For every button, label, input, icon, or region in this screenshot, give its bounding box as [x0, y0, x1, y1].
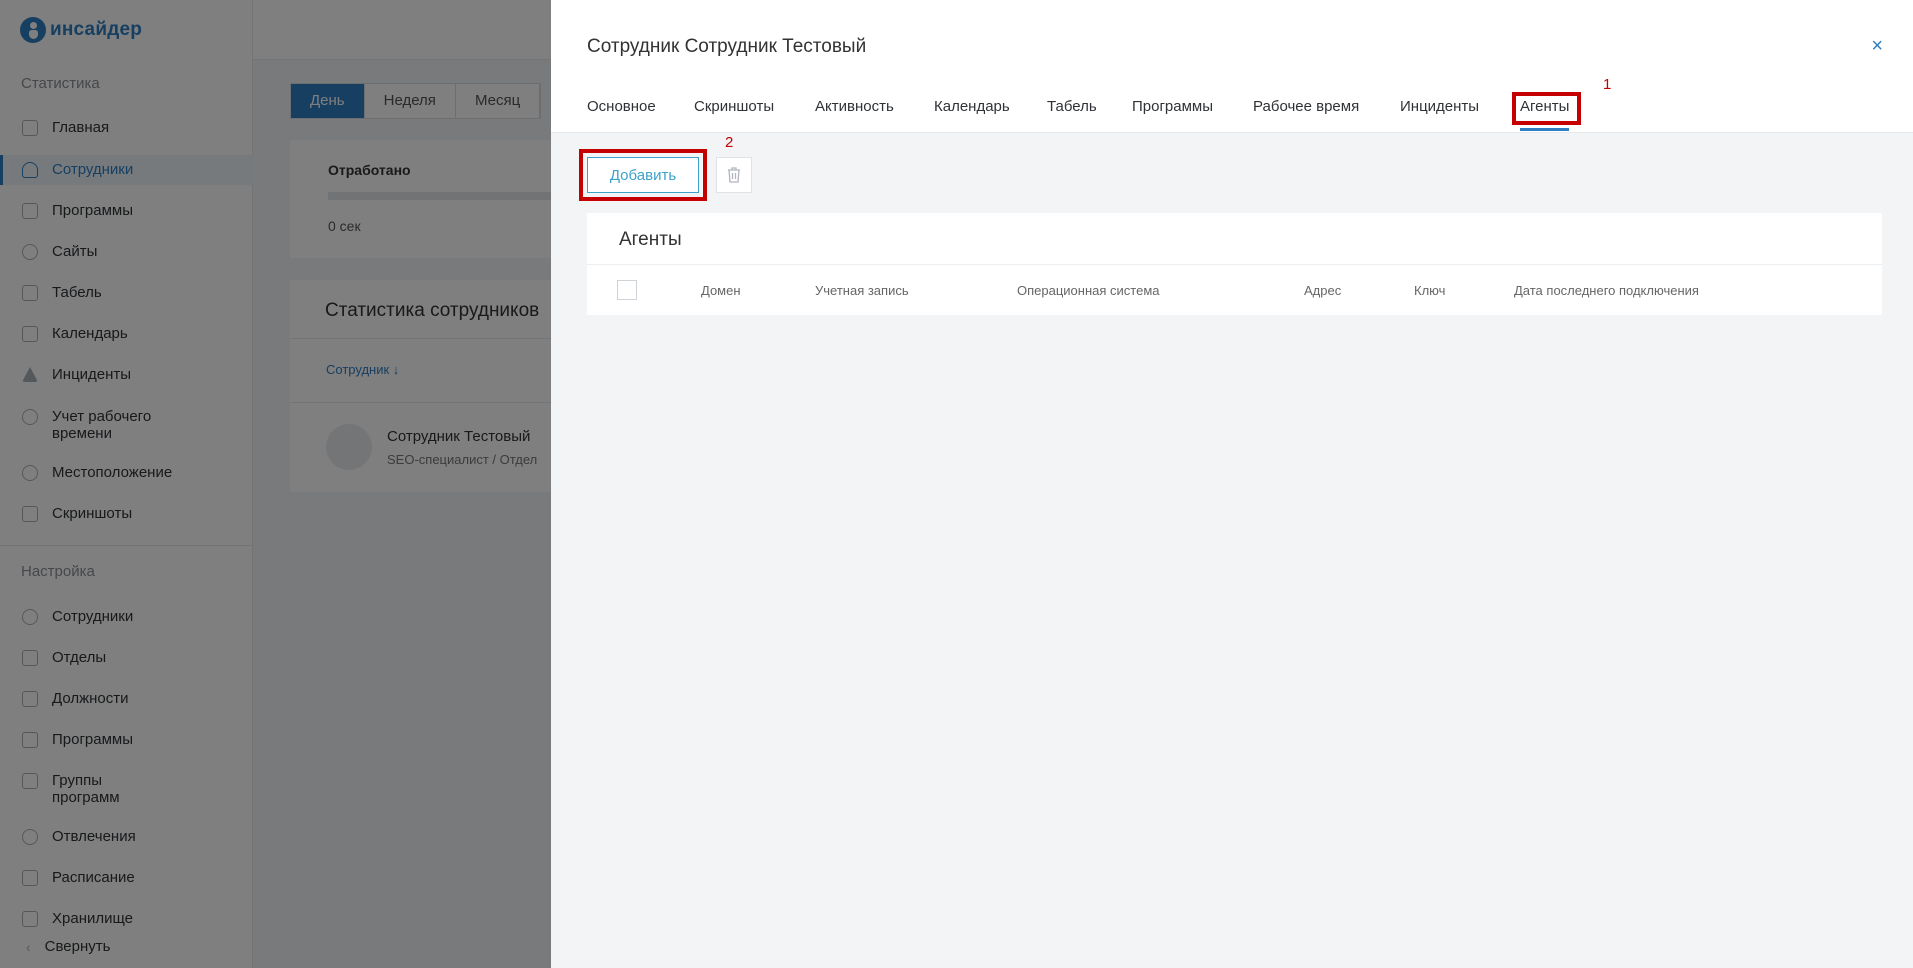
- column-domain[interactable]: Домен: [701, 283, 741, 298]
- delete-button[interactable]: [716, 157, 752, 193]
- tab-calendar[interactable]: Календарь: [934, 98, 1010, 115]
- tab-incidents[interactable]: Инциденты: [1400, 98, 1479, 115]
- annotation-2: 2: [725, 134, 734, 151]
- tab-timesheet[interactable]: Табель: [1047, 98, 1097, 115]
- divider: [587, 264, 1882, 265]
- modal-title: Сотрудник Сотрудник Тестовый: [587, 36, 867, 57]
- column-account[interactable]: Учетная запись: [815, 283, 909, 298]
- tab-work-time[interactable]: Рабочее время: [1253, 98, 1359, 115]
- select-all-checkbox[interactable]: [617, 280, 637, 300]
- modal-tabs: Основное Скриншоты Активность Календарь …: [551, 82, 1913, 133]
- agents-table-title: Агенты: [619, 229, 682, 250]
- column-os[interactable]: Операционная система: [1017, 283, 1160, 298]
- close-icon[interactable]: ×: [1871, 36, 1883, 56]
- tab-screenshots[interactable]: Скриншоты: [694, 98, 774, 115]
- trash-icon: [728, 167, 740, 183]
- annotation-1: 1: [1603, 76, 1612, 93]
- tab-activity[interactable]: Активность: [815, 98, 894, 115]
- tab-programs[interactable]: Программы: [1132, 98, 1213, 115]
- add-button[interactable]: Добавить: [587, 157, 699, 193]
- column-address[interactable]: Адрес: [1304, 283, 1341, 298]
- column-last-connection[interactable]: Дата последнего подключения: [1514, 283, 1699, 298]
- tab-main[interactable]: Основное: [587, 98, 656, 115]
- employee-modal: Сотрудник Сотрудник Тестовый × Основное …: [551, 0, 1913, 968]
- modal-header: Сотрудник Сотрудник Тестовый ×: [551, 0, 1913, 82]
- column-key[interactable]: Ключ: [1414, 283, 1445, 298]
- highlight-box-agents-tab: [1512, 92, 1581, 125]
- agents-table: Агенты Домен Учетная запись Операционная…: [587, 213, 1882, 315]
